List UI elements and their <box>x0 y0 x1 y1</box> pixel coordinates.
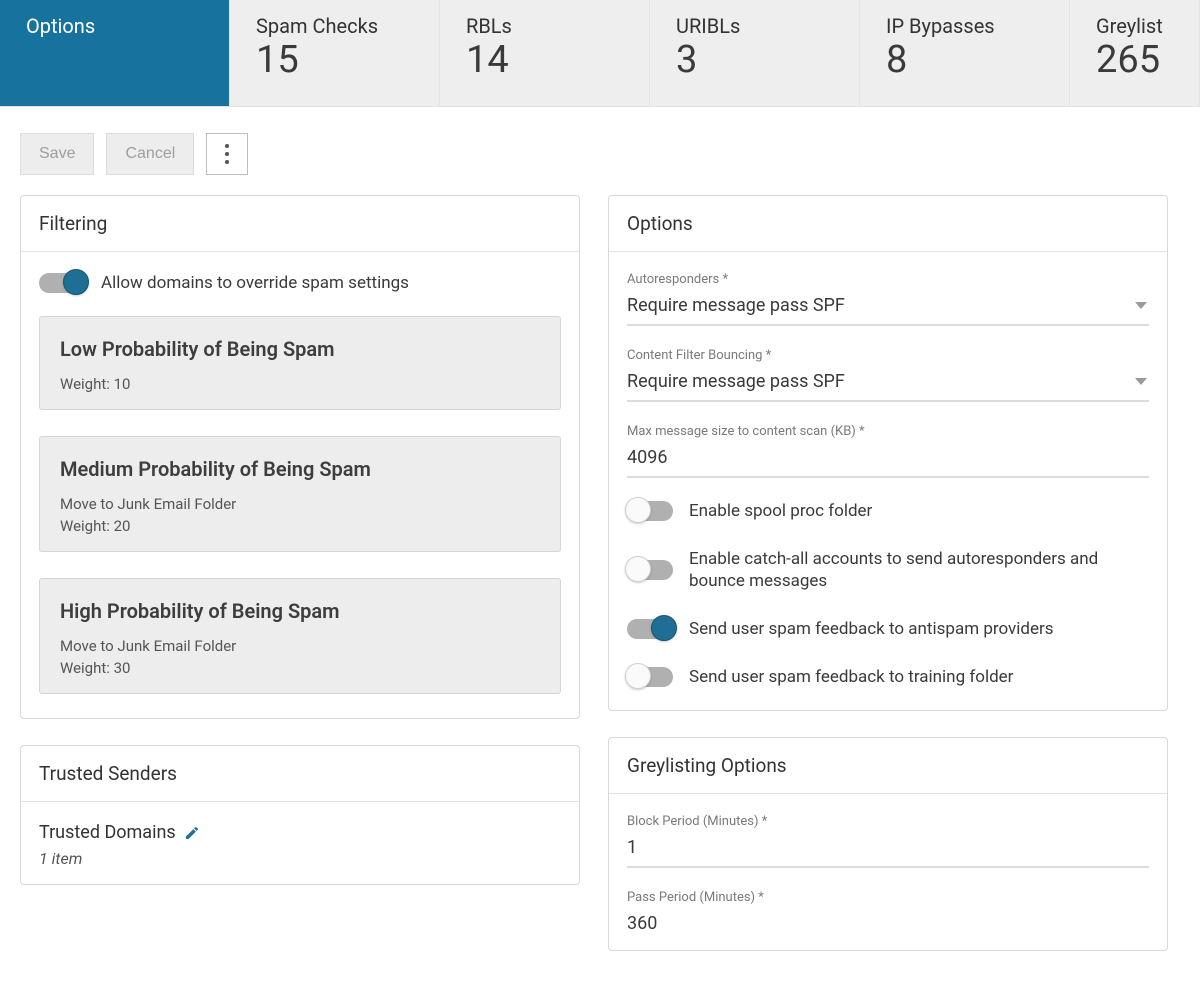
prob-line: Move to Junk Email Folder <box>60 637 540 655</box>
field-label: Autoresponders * <box>627 272 1149 287</box>
allow-override-row: Allow domains to override spam settings <box>39 272 561 294</box>
pass-period-input[interactable]: 360 <box>627 909 1149 934</box>
max-msg-input[interactable]: 4096 <box>627 443 1149 478</box>
trusted-domains-count: 1 item <box>39 849 561 868</box>
toggle-label: Enable catch-all accounts to send autore… <box>689 548 1149 592</box>
prob-title: Medium Probability of Being Spam <box>60 457 540 481</box>
prob-low[interactable]: Low Probability of Being Spam Weight: 10 <box>39 316 561 410</box>
prob-title: High Probability of Being Spam <box>60 599 540 623</box>
tab-greylist[interactable]: Greylist 265 <box>1070 0 1200 106</box>
tab-label: IP Bypasses <box>886 14 1043 38</box>
chevron-down-icon <box>1135 378 1147 385</box>
toggle-label: Send user spam feedback to antispam prov… <box>689 618 1054 640</box>
filtering-card: Filtering Allow domains to override spam… <box>20 195 580 719</box>
tab-count: 3 <box>676 40 833 82</box>
toggle-label: Enable spool proc folder <box>689 500 872 522</box>
more-actions-button[interactable] <box>206 133 248 175</box>
greylisting-card: Greylisting Options Block Period (Minute… <box>608 737 1168 951</box>
toggle-label: Send user spam feedback to training fold… <box>689 666 1013 688</box>
tab-count: 8 <box>886 40 1043 82</box>
tab-spam-checks[interactable]: Spam Checks 15 <box>230 0 440 106</box>
field-value-text: 1 <box>627 837 637 858</box>
prob-line: Move to Junk Email Folder <box>60 495 540 513</box>
tab-label: Options <box>26 14 203 38</box>
tab-rbls[interactable]: RBLs 14 <box>440 0 650 106</box>
tabs: Options Spam Checks 15 RBLs 14 URIBLs 3 … <box>0 0 1200 107</box>
pass-period-field: Pass Period (Minutes) * 360 <box>627 890 1149 934</box>
toggle-label: Allow domains to override spam settings <box>101 272 409 294</box>
block-period-field: Block Period (Minutes) * 1 <box>627 814 1149 868</box>
autoresponders-select[interactable]: Require message pass SPF <box>627 291 1149 326</box>
tab-label: Greylist <box>1096 14 1189 38</box>
tab-label: RBLs <box>466 14 623 38</box>
field-label: Pass Period (Minutes) * <box>627 890 1149 905</box>
enable-catchall-toggle[interactable] <box>627 560 673 580</box>
field-label: Content Filter Bouncing * <box>627 348 1149 363</box>
tab-count: 265 <box>1096 40 1189 82</box>
content-filter-select[interactable]: Require message pass SPF <box>627 367 1149 402</box>
tab-count: 14 <box>466 40 623 82</box>
enable-catchall-row: Enable catch-all accounts to send autore… <box>627 548 1149 592</box>
trusted-senders-card: Trusted Senders Trusted Domains 1 item <box>20 745 580 885</box>
field-label: Max message size to content scan (KB) * <box>627 424 1149 439</box>
toolbar: Save Cancel <box>0 107 1200 189</box>
field-value-text: 360 <box>627 913 657 934</box>
prob-high[interactable]: High Probability of Being Spam Move to J… <box>39 578 561 694</box>
prob-title: Low Probability of Being Spam <box>60 337 540 361</box>
tab-options[interactable]: Options <box>0 0 230 106</box>
field-label: Block Period (Minutes) * <box>627 814 1149 829</box>
allow-override-toggle[interactable] <box>39 273 85 293</box>
card-title: Trusted Senders <box>21 746 579 802</box>
card-title: Filtering <box>21 196 579 252</box>
enable-spool-toggle[interactable] <box>627 501 673 521</box>
feedback-providers-row: Send user spam feedback to antispam prov… <box>627 618 1149 640</box>
enable-spool-row: Enable spool proc folder <box>627 500 1149 522</box>
max-msg-field: Max message size to content scan (KB) * … <box>627 424 1149 478</box>
feedback-providers-toggle[interactable] <box>627 619 673 639</box>
tab-label: Spam Checks <box>256 14 413 38</box>
vertical-dots-icon <box>225 144 229 164</box>
tab-ip-bypasses[interactable]: IP Bypasses 8 <box>860 0 1070 106</box>
left-column: Filtering Allow domains to override spam… <box>20 195 580 951</box>
trusted-domains-row: Trusted Domains <box>39 822 561 843</box>
card-title: Greylisting Options <box>609 738 1167 794</box>
feedback-training-row: Send user spam feedback to training fold… <box>627 666 1149 688</box>
pencil-icon[interactable] <box>184 825 200 841</box>
block-period-input[interactable]: 1 <box>627 833 1149 868</box>
tab-count: 15 <box>256 40 413 82</box>
options-card: Options Autoresponders * Require message… <box>608 195 1168 711</box>
field-value-text: 4096 <box>627 447 667 468</box>
right-column: Options Autoresponders * Require message… <box>608 195 1168 951</box>
prob-line: Weight: 10 <box>60 375 540 393</box>
cancel-button[interactable]: Cancel <box>106 133 194 175</box>
tab-label: URIBLs <box>676 14 833 38</box>
content-filter-field: Content Filter Bouncing * Require messag… <box>627 348 1149 402</box>
prob-medium[interactable]: Medium Probability of Being Spam Move to… <box>39 436 561 552</box>
field-value-text: Require message pass SPF <box>627 371 845 392</box>
options-toggles: Enable spool proc folder Enable catch-al… <box>627 500 1149 688</box>
field-value-text: Require message pass SPF <box>627 295 845 316</box>
autoresponders-field: Autoresponders * Require message pass SP… <box>627 272 1149 326</box>
card-title: Options <box>609 196 1167 252</box>
content: Filtering Allow domains to override spam… <box>0 189 1200 951</box>
trusted-domains-label: Trusted Domains <box>39 822 176 843</box>
chevron-down-icon <box>1135 302 1147 309</box>
prob-line: Weight: 30 <box>60 659 540 677</box>
prob-line: Weight: 20 <box>60 517 540 535</box>
tab-uribls[interactable]: URIBLs 3 <box>650 0 860 106</box>
feedback-training-toggle[interactable] <box>627 667 673 687</box>
save-button[interactable]: Save <box>20 133 94 175</box>
